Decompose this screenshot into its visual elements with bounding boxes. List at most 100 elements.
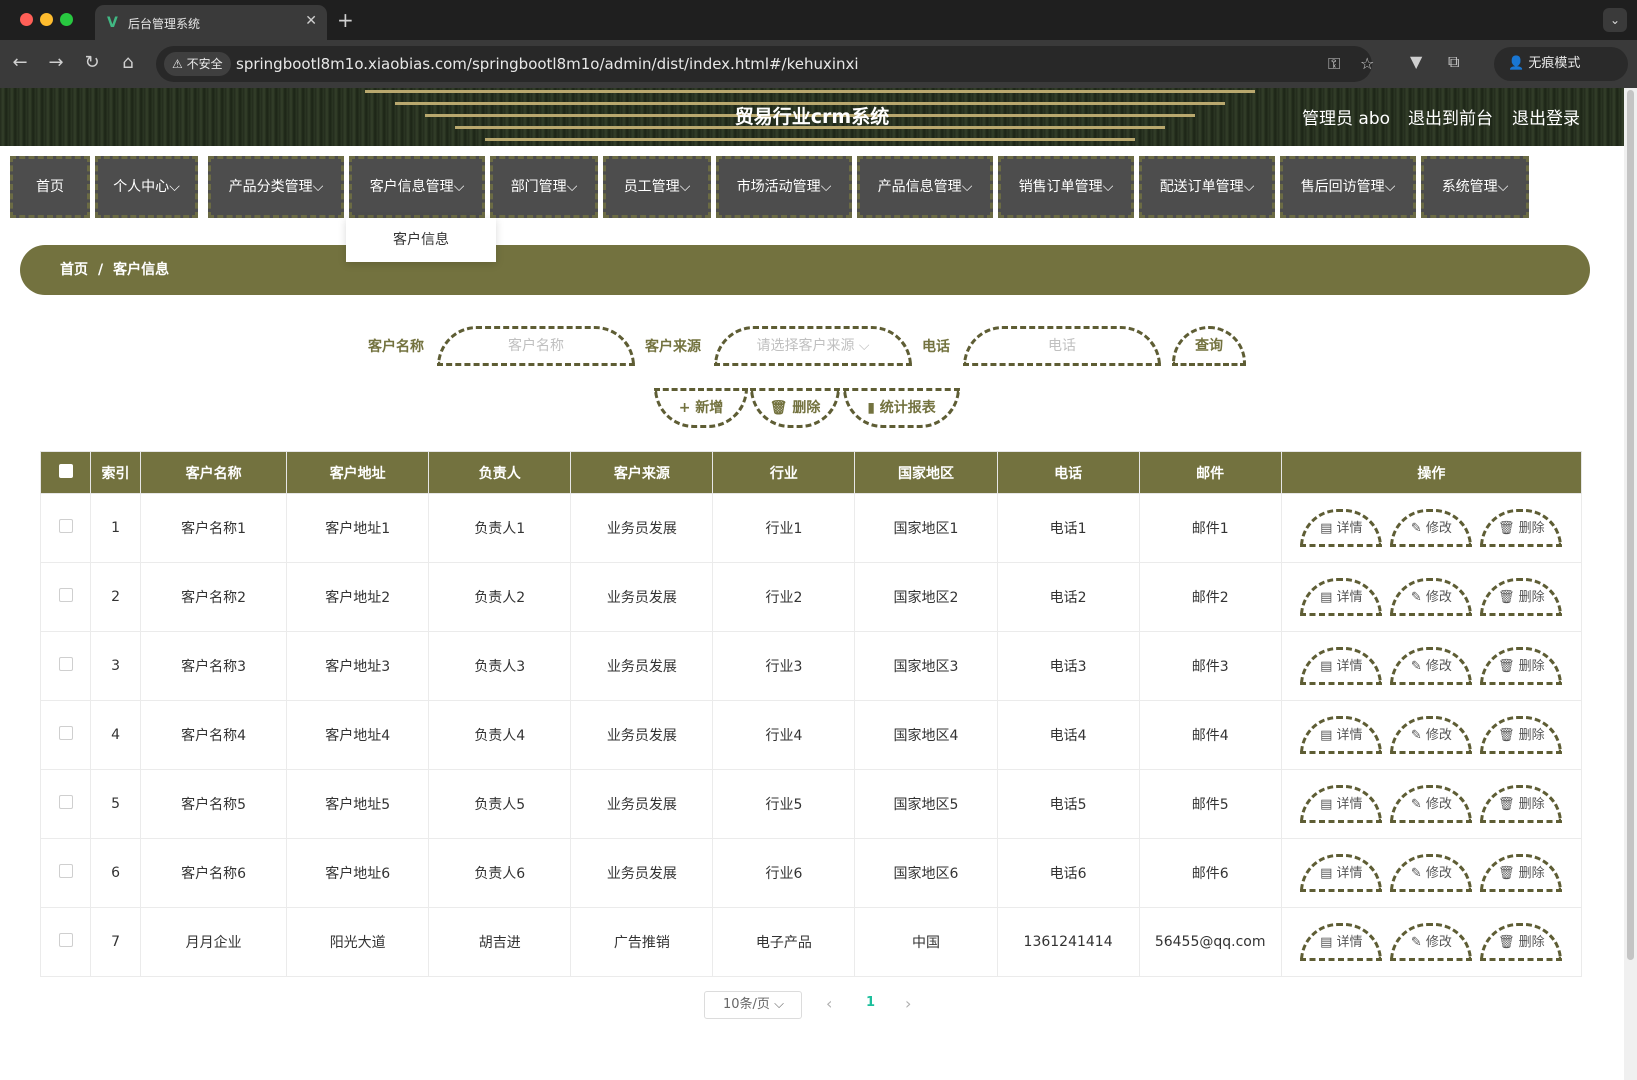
row-checkbox[interactable]: [58, 657, 73, 671]
select-all-cell[interactable]: [39, 451, 92, 494]
edit-button[interactable]: ✎ 修改: [1390, 923, 1473, 961]
extensions-icon[interactable]: ⧉: [1448, 52, 1459, 72]
chevron-down-icon: ⌵: [566, 179, 578, 195]
edit-button[interactable]: ✎ 修改: [1390, 854, 1473, 892]
nav-item-marketing[interactable]: 市场活动管理⌵: [716, 156, 852, 218]
table-row: 1 客户名称1 客户地址1 负责人1 业务员发展 行业1 国家地区1 电话1 邮件1 ▤ 详情 ✎ …: [39, 493, 1583, 563]
nav-item-customer-info[interactable]: 客户信息管理⌵: [349, 156, 485, 218]
reload-icon[interactable]: ↻: [80, 52, 104, 73]
detail-button[interactable]: ▤ 详情: [1300, 716, 1383, 754]
chevron-down-icon: ⌵: [1497, 179, 1509, 195]
detail-button[interactable]: ▤ 详情: [1300, 578, 1383, 616]
select-all-checkbox[interactable]: [58, 463, 73, 478]
page-scrollbar[interactable]: [1624, 88, 1637, 1080]
home-icon[interactable]: ⌂: [116, 52, 140, 73]
star-icon[interactable]: ☆: [1360, 54, 1374, 73]
document-icon: ▤: [1320, 935, 1333, 950]
row-select-cell[interactable]: [39, 562, 92, 632]
nav-label: 产品信息管理: [877, 179, 962, 195]
nav-item-product-category[interactable]: 产品分类管理⌵: [208, 156, 344, 218]
nav-item-product-info[interactable]: 产品信息管理⌵: [857, 156, 993, 218]
nav-item-department[interactable]: 部门管理⌵: [490, 156, 598, 218]
nav-item-after-sales[interactable]: 售后回访管理⌵: [1280, 156, 1416, 218]
row-delete-button[interactable]: 🗑 删除: [1480, 785, 1563, 823]
edit-button[interactable]: ✎ 修改: [1390, 578, 1473, 616]
detail-label: 详情: [1336, 590, 1363, 605]
close-tab-icon[interactable]: ✕: [305, 13, 317, 29]
table-cell: 1: [90, 493, 142, 563]
page-number-current[interactable]: 1: [866, 995, 875, 1010]
row-select-cell[interactable]: [39, 838, 92, 908]
detail-button[interactable]: ▤ 详情: [1300, 509, 1383, 547]
edit-button[interactable]: ✎ 修改: [1390, 716, 1473, 754]
edit-button[interactable]: ✎ 修改: [1390, 509, 1473, 547]
add-button[interactable]: + 新增: [654, 388, 748, 428]
row-delete-button[interactable]: 🗑 删除: [1480, 578, 1563, 616]
row-delete-button[interactable]: 🗑 删除: [1480, 854, 1563, 892]
breadcrumb-home[interactable]: 首页: [60, 262, 88, 278]
next-page-icon[interactable]: ›: [905, 994, 911, 1013]
table-cell: 邮件1: [1138, 493, 1282, 563]
prev-page-icon[interactable]: ‹: [826, 994, 832, 1013]
detail-button[interactable]: ▤ 详情: [1300, 785, 1383, 823]
row-checkbox[interactable]: [58, 519, 73, 533]
column-header: 行业: [712, 451, 856, 494]
scrollbar-thumb[interactable]: [1627, 90, 1634, 960]
dropdown-item-customer-info[interactable]: 客户信息: [346, 218, 496, 262]
table-row: 4 客户名称4 客户地址4 负责人4 业务员发展 行业4 国家地区4 电话4 邮件4 ▤ 详情 ✎ …: [39, 700, 1583, 770]
edit-button[interactable]: ✎ 修改: [1390, 785, 1473, 823]
table-cell: 负责人6: [428, 838, 572, 908]
batch-delete-button[interactable]: 🗑 删除: [750, 388, 840, 428]
browser-tab[interactable]: V 后台管理系统 ✕: [95, 5, 327, 40]
query-button[interactable]: 查询: [1172, 326, 1246, 366]
tab-search-icon[interactable]: ⌄: [1603, 8, 1627, 32]
row-delete-button[interactable]: 🗑 删除: [1480, 716, 1563, 754]
customer-name-input[interactable]: 客户名称: [437, 326, 635, 366]
row-actions: ▤ 详情 ✎ 修改 🗑 删除: [1280, 769, 1583, 839]
vue-devtools-icon[interactable]: ▼: [1410, 52, 1422, 71]
close-window-button[interactable]: [20, 13, 33, 26]
row-checkbox[interactable]: [58, 864, 73, 878]
new-tab-icon[interactable]: +: [337, 8, 354, 32]
phone-input[interactable]: 电话: [963, 326, 1161, 366]
row-delete-button[interactable]: 🗑 删除: [1480, 509, 1563, 547]
maximize-window-button[interactable]: [60, 13, 73, 26]
detail-button[interactable]: ▤ 详情: [1300, 923, 1383, 961]
table-cell: 56455@qq.com: [1138, 907, 1282, 977]
row-select-cell[interactable]: [39, 631, 92, 701]
row-delete-button[interactable]: 🗑 删除: [1480, 647, 1563, 685]
row-checkbox[interactable]: [58, 933, 73, 947]
page-size-select[interactable]: 10条/页 ⌵: [704, 991, 802, 1019]
nav-item-home[interactable]: 首页: [10, 156, 90, 218]
customer-source-select[interactable]: 请选择客户来源 ⌵: [714, 326, 912, 366]
address-bar[interactable]: ⚠ 不安全 springbootl8m1o.xiaobias.com/sprin…: [156, 46, 1374, 82]
back-icon[interactable]: ←: [8, 52, 32, 73]
insecure-badge[interactable]: ⚠ 不安全: [164, 52, 231, 76]
table-cell: 1361241414: [996, 907, 1140, 977]
nav-item-sales-order[interactable]: 销售订单管理⌵: [998, 156, 1134, 218]
row-delete-button[interactable]: 🗑 删除: [1480, 923, 1563, 961]
key-icon[interactable]: ⚿: [1328, 54, 1340, 74]
forward-icon[interactable]: →: [44, 52, 68, 73]
nav-label: 产品分类管理: [228, 179, 313, 195]
row-checkbox[interactable]: [58, 726, 73, 740]
row-select-cell[interactable]: [39, 907, 92, 977]
nav-item-delivery-order[interactable]: 配送订单管理⌵: [1139, 156, 1275, 218]
detail-button[interactable]: ▤ 详情: [1300, 647, 1383, 685]
detail-button[interactable]: ▤ 详情: [1300, 854, 1383, 892]
nav-item-system[interactable]: 系统管理⌵: [1421, 156, 1529, 218]
nav-item-employee[interactable]: 员工管理⌵: [603, 156, 711, 218]
statistics-report-button[interactable]: ▮ 统计报表: [843, 388, 960, 428]
row-select-cell[interactable]: [39, 700, 92, 770]
row-checkbox[interactable]: [58, 588, 73, 602]
url-text[interactable]: springbootl8m1o.xiaobias.com/springbootl…: [236, 55, 859, 73]
row-select-cell[interactable]: [39, 769, 92, 839]
incognito-badge[interactable]: 👤 无痕模式: [1494, 47, 1628, 81]
exit-to-front-link[interactable]: 退出到前台: [1408, 104, 1493, 129]
edit-button[interactable]: ✎ 修改: [1390, 647, 1473, 685]
minimize-window-button[interactable]: [40, 13, 53, 26]
row-checkbox[interactable]: [58, 795, 73, 809]
row-select-cell[interactable]: [39, 493, 92, 563]
logout-link[interactable]: 退出登录: [1512, 104, 1580, 129]
nav-item-personal[interactable]: 个人中心⌵: [95, 156, 198, 218]
